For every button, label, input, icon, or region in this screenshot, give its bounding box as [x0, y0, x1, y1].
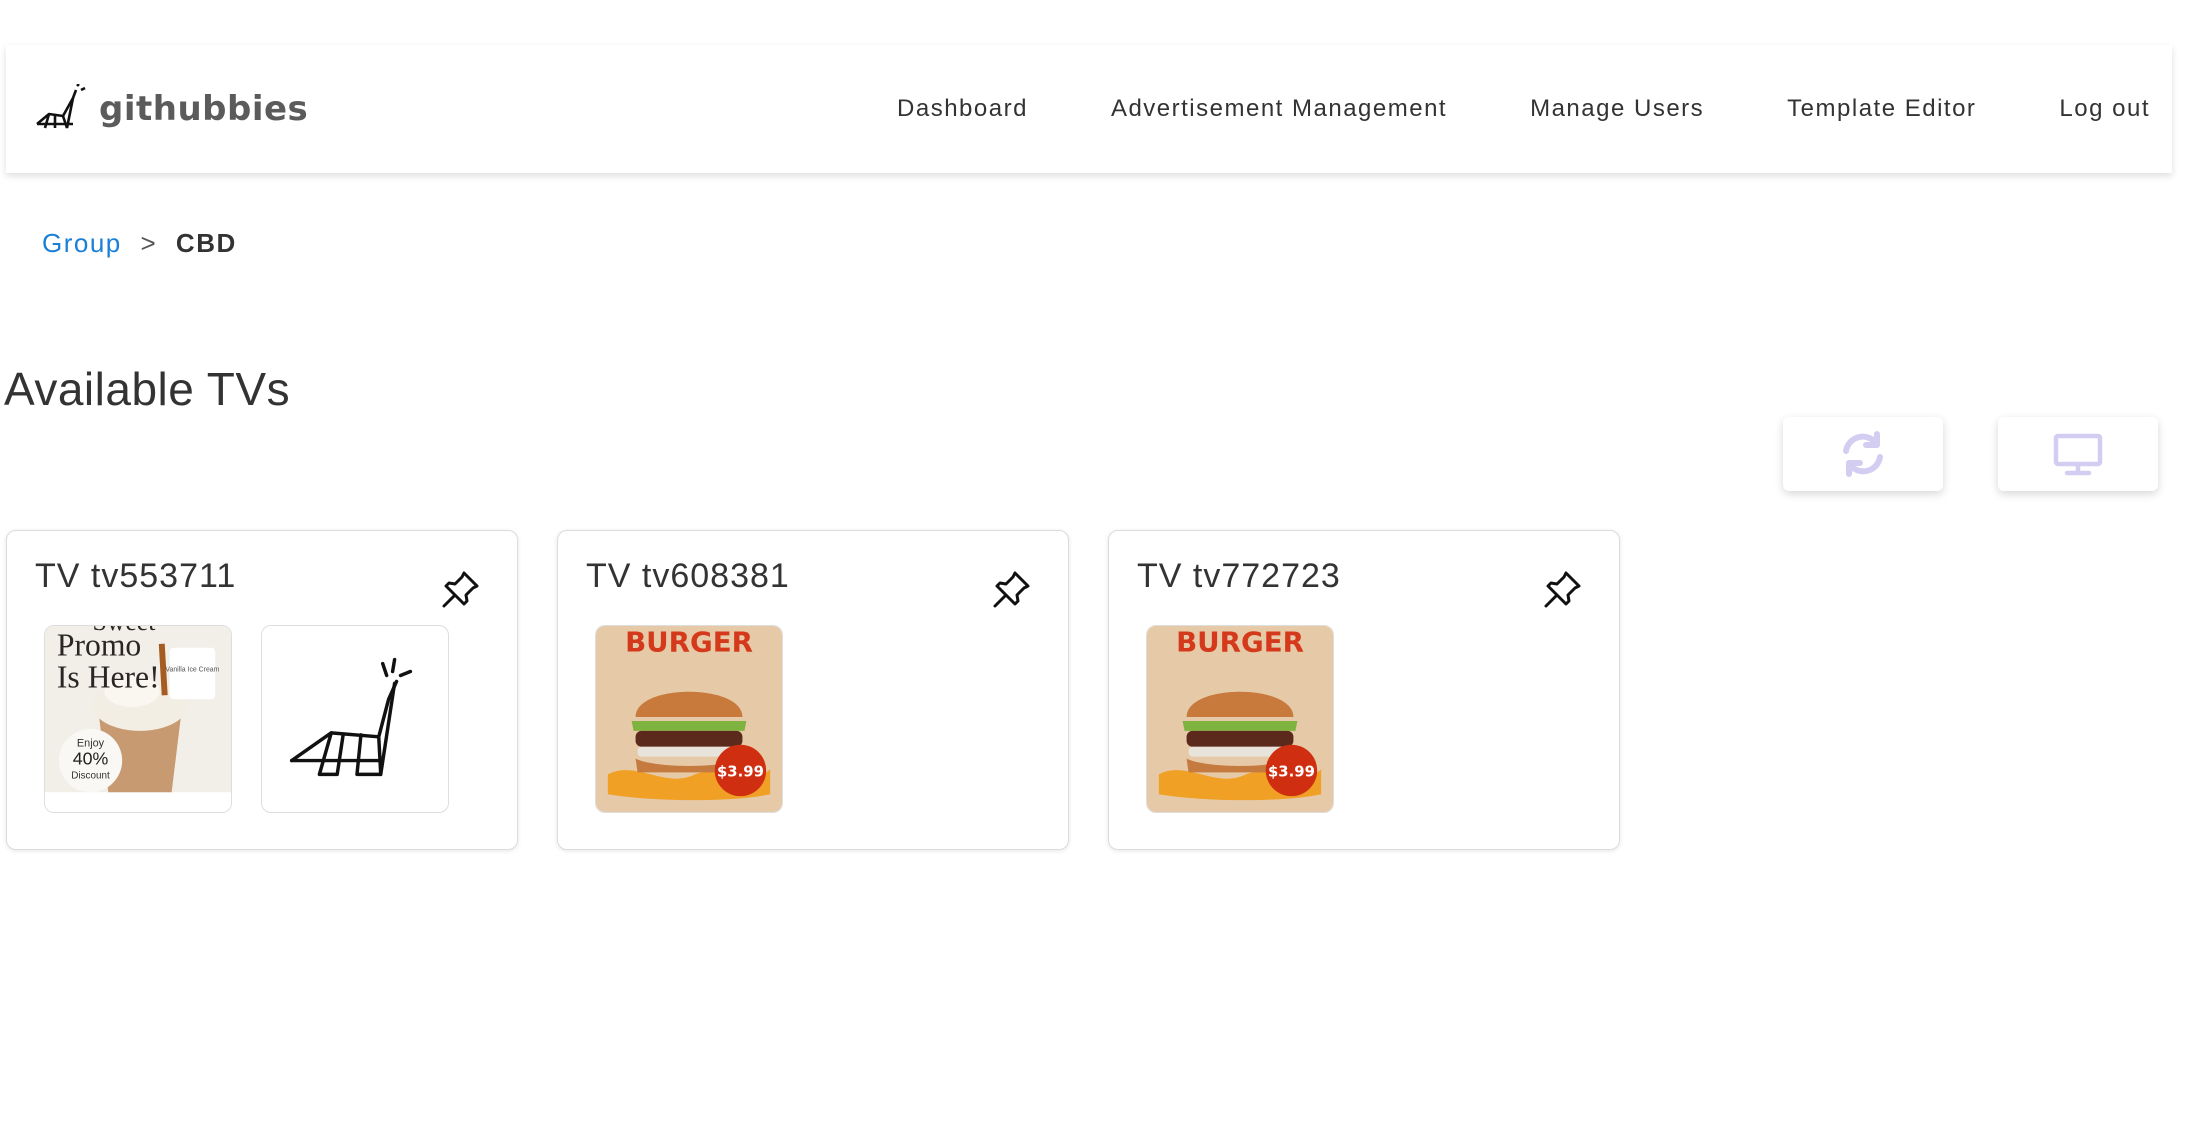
burger-ad-image: BURGER $3.99 [596, 626, 782, 812]
tv-card[interactable]: TV tv553711 Vanilla Ice Cream Sweet Prom… [6, 530, 518, 850]
nav-template-editor[interactable]: Template Editor [1787, 95, 1976, 123]
promo-badge-3: Discount [71, 770, 110, 781]
burger-label: BURGER [1176, 626, 1304, 659]
brand-name: githubbies [99, 89, 309, 129]
ad-thumbnail-burger[interactable]: BURGER $3.99 [595, 625, 783, 813]
nav-links: Dashboard Advertisement Management Manag… [814, 45, 2150, 173]
top-navbar: githubbies Dashboard Advertisement Manag… [6, 45, 2172, 173]
burger-price: $3.99 [1268, 763, 1315, 780]
pin-icon[interactable] [1543, 569, 1583, 609]
promo-ad-image: Vanilla Ice Cream Sweet Promo Is Here! E… [45, 626, 231, 812]
refresh-button[interactable] [1783, 417, 1943, 491]
ad-thumbnail-logo[interactable] [261, 625, 449, 813]
brand[interactable]: githubbies [33, 84, 308, 134]
breadcrumb-group-link[interactable]: Group [42, 228, 122, 258]
burger-price: $3.99 [717, 763, 764, 780]
monitor-icon [2053, 433, 2103, 476]
ad-thumbnail-promo[interactable]: Vanilla Ice Cream Sweet Promo Is Here! E… [44, 625, 232, 813]
dino-logo-icon [36, 84, 86, 129]
nav-advertisement-management[interactable]: Advertisement Management [1111, 95, 1447, 123]
nav-dashboard[interactable]: Dashboard [897, 95, 1028, 123]
refresh-icon [1843, 431, 1883, 477]
tv-title: TV tv772723 [1137, 557, 1341, 595]
display-button[interactable] [1998, 417, 2158, 491]
promo-headline-1: Promo [57, 628, 141, 663]
promo-headline-2: Is Here! [57, 659, 160, 694]
nav-manage-users[interactable]: Manage Users [1530, 95, 1704, 123]
promo-side-text: Vanilla Ice Cream [165, 667, 219, 674]
burger-label: BURGER [625, 626, 753, 659]
tv-card[interactable]: TV tv608381 BURGER $3.99 [557, 530, 1069, 850]
tv-card[interactable]: TV tv772723 BURGER $3.99 [1108, 530, 1620, 850]
pin-icon[interactable] [441, 569, 481, 609]
dino-icon [289, 657, 413, 777]
breadcrumb-separator: > [140, 228, 158, 258]
page-title: Available TVs [4, 363, 291, 415]
nav-log-out[interactable]: Log out [2059, 95, 2150, 123]
tv-title: TV tv553711 [35, 557, 237, 595]
tv-title: TV tv608381 [586, 557, 790, 595]
breadcrumb-current: CBD [175, 228, 237, 258]
ad-thumbnail-burger[interactable]: BURGER $3.99 [1146, 625, 1334, 813]
pin-icon[interactable] [992, 569, 1032, 609]
breadcrumb: Group > CBD [42, 228, 237, 259]
burger-ad-image: BURGER $3.99 [1147, 626, 1333, 812]
promo-badge-2: 40% [73, 749, 109, 769]
